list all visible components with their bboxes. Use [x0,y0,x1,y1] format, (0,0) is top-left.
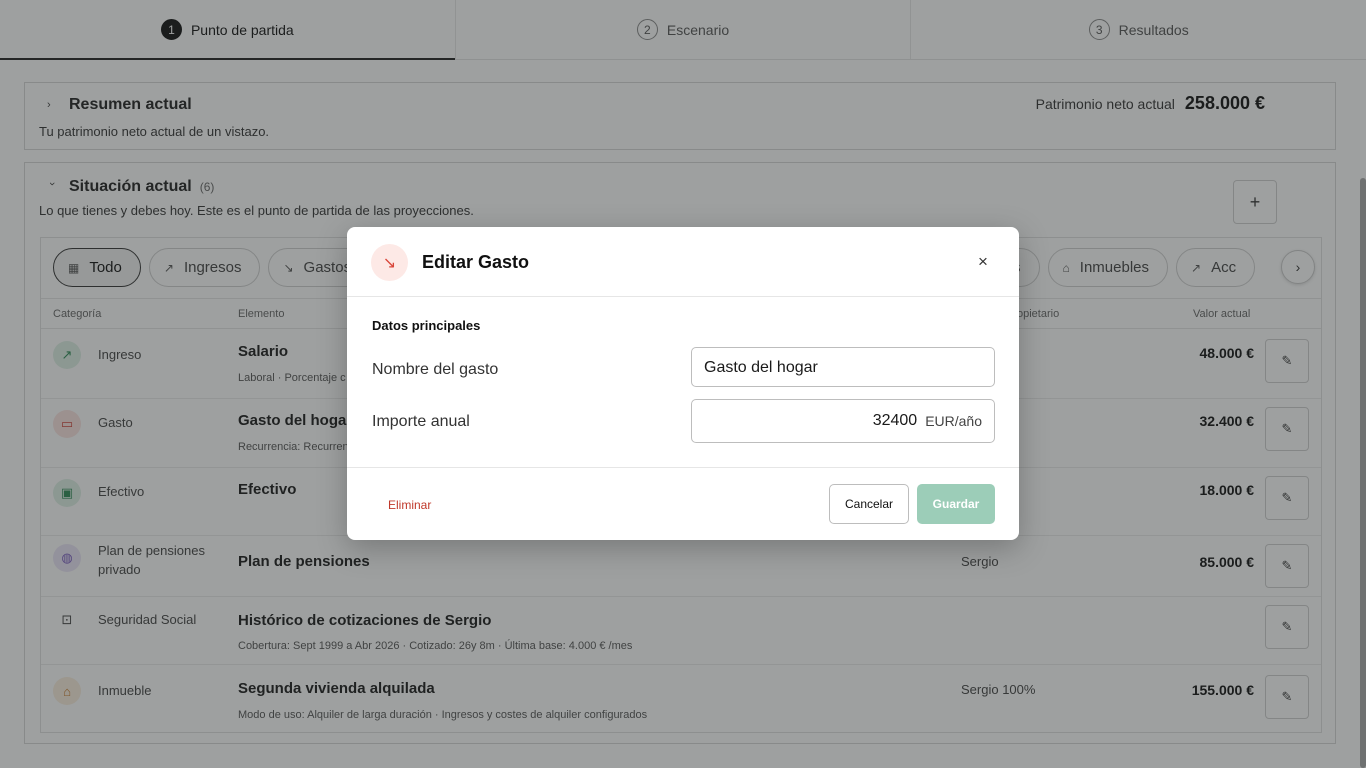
amount-unit: EUR/año [925,413,982,429]
edit-expense-dialog: ↘ Editar Gasto × Datos principales Nombr… [347,227,1019,540]
expense-name-input[interactable]: Gasto del hogar [691,347,995,387]
form-section-title: Datos principales [372,318,481,333]
amount-value: 32400 [872,412,918,429]
close-icon[interactable]: × [973,252,993,272]
expense-name-label: Nombre del gasto [372,361,499,378]
cancel-button[interactable]: Cancelar [829,484,909,524]
dialog-title: Editar Gasto [422,252,530,272]
delete-button[interactable]: Eliminar [388,498,431,512]
arrow-down-right-icon: ↘ [371,244,408,281]
save-button[interactable]: Guardar [917,484,995,524]
annual-amount-label: Importe anual [372,413,470,430]
dialog-header: ↘ Editar Gasto × [347,227,1019,297]
dialog-footer: Eliminar Cancelar Guardar [347,467,1019,540]
annual-amount-input[interactable]: 32400 EUR/año [691,399,995,443]
